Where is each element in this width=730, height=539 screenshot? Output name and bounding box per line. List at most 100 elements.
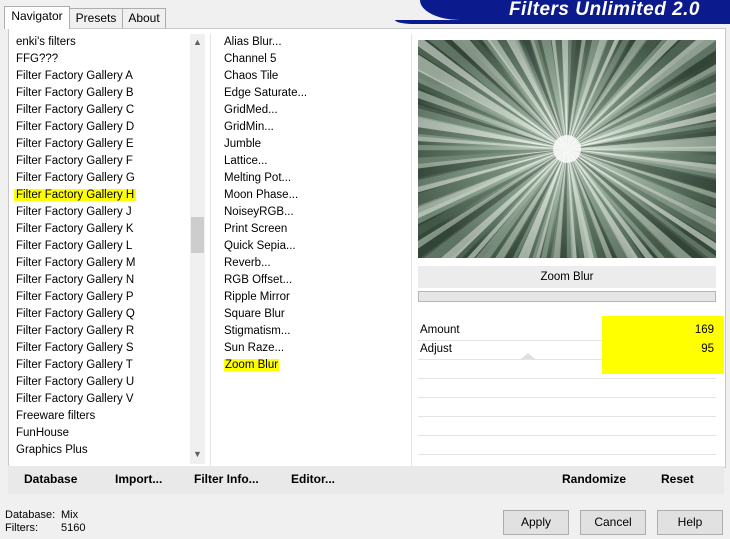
category-item[interactable]: Filter Factory Gallery G (14, 170, 190, 187)
category-label: Filter Factory Gallery J (16, 206, 132, 218)
param-label: Adjust (420, 343, 452, 355)
reset-button[interactable]: Reset (661, 472, 694, 486)
scroll-down-icon[interactable]: ▼ (190, 446, 205, 462)
category-item[interactable]: Filter Factory Gallery H (14, 187, 190, 204)
randomize-button[interactable]: Randomize (562, 472, 626, 486)
param-row-empty (418, 398, 716, 417)
filter-label: Ripple Mirror (224, 291, 290, 303)
help-button[interactable]: Help (657, 510, 723, 535)
category-item[interactable]: Filter Factory Gallery B (14, 85, 190, 102)
category-label: Filter Factory Gallery Q (16, 308, 135, 320)
scroll-up-icon[interactable]: ▲ (190, 34, 205, 50)
category-item[interactable]: FunHouse (14, 425, 190, 442)
category-item[interactable]: Freeware filters (14, 408, 190, 425)
filter-label: Print Screen (224, 223, 288, 235)
app-title: Filters Unlimited 2.0 (508, 0, 700, 20)
category-label: Filter Factory Gallery G (16, 172, 135, 184)
category-item[interactable]: Filter Factory Gallery T (14, 357, 190, 374)
tab-about[interactable]: About (122, 8, 166, 28)
category-label: Filter Factory Gallery U (16, 376, 135, 388)
filter-item[interactable]: RGB Offset... (222, 272, 402, 289)
list-divider (210, 34, 211, 466)
category-item[interactable]: Filter Factory Gallery U (14, 374, 190, 391)
tab-navigator[interactable]: Navigator (4, 6, 70, 29)
category-item[interactable]: Filter Factory Gallery A (14, 68, 190, 85)
category-item[interactable]: Filter Factory Gallery E (14, 136, 190, 153)
filter-label: Sun Raze... (224, 342, 285, 354)
param-value[interactable]: 169 (695, 324, 714, 336)
database-button[interactable]: Database (24, 472, 77, 486)
category-item[interactable]: Filter Factory Gallery D (14, 119, 190, 136)
cancel-button[interactable]: Cancel (580, 510, 646, 535)
filter-item[interactable]: NoiseyRGB... (222, 204, 402, 221)
category-item[interactable]: Filter Factory Gallery C (14, 102, 190, 119)
category-item[interactable]: Filter Factory Gallery N (14, 272, 190, 289)
category-label: Filter Factory Gallery K (16, 223, 134, 235)
category-list[interactable]: enki's filters FFG??? Filter Factory Galle… (14, 34, 190, 459)
editor-button[interactable]: Editor... (291, 472, 335, 486)
filter-item[interactable]: Ripple Mirror (222, 289, 402, 306)
filter-item[interactable]: Alias Blur... (222, 34, 402, 51)
category-item[interactable]: Filter Factory Gallery L (14, 238, 190, 255)
category-label: Filter Factory Gallery N (16, 274, 135, 286)
filter-progress-bar (418, 291, 716, 302)
category-label: Filter Factory Gallery F (16, 155, 133, 167)
category-item[interactable]: Filter Factory Gallery S (14, 340, 190, 357)
filter-label: Moon Phase... (224, 189, 299, 201)
category-item[interactable]: Filter Factory Gallery M (14, 255, 190, 272)
category-label: Filter Factory Gallery V (16, 393, 134, 405)
filter-item[interactable]: Zoom Blur (222, 357, 402, 374)
current-filter-name: Zoom Blur (418, 266, 716, 288)
filter-item[interactable]: Sun Raze... (222, 340, 402, 357)
filter-label: RGB Offset... (224, 274, 293, 286)
filter-item[interactable]: Channel 5 (222, 51, 402, 68)
category-label: Filter Factory Gallery E (16, 138, 134, 150)
param-value[interactable]: 95 (701, 343, 714, 355)
status-filters-value: 5160 (61, 522, 86, 534)
filter-item[interactable]: Edge Saturate... (222, 85, 402, 102)
filter-item[interactable]: Moon Phase... (222, 187, 402, 204)
filter-item[interactable]: Melting Pot... (222, 170, 402, 187)
tab-presets[interactable]: Presets (69, 8, 123, 28)
filter-info-button[interactable]: Filter Info... (194, 472, 259, 486)
category-item[interactable]: Filter Factory Gallery V (14, 391, 190, 408)
category-item[interactable]: Filter Factory Gallery F (14, 153, 190, 170)
category-label: Filter Factory Gallery R (16, 325, 135, 337)
filter-item[interactable]: Lattice... (222, 153, 402, 170)
category-item[interactable]: Filter Factory Gallery J (14, 204, 190, 221)
category-scrollbar[interactable]: ▲ ▼ (190, 34, 205, 464)
filter-item[interactable]: Stigmatism... (222, 323, 402, 340)
filter-item[interactable]: Jumble (222, 136, 402, 153)
filter-item[interactable]: Square Blur (222, 306, 402, 323)
category-item[interactable]: Filter Factory Gallery P (14, 289, 190, 306)
category-item[interactable]: Filter Factory Gallery Q (14, 306, 190, 323)
filter-label: Lattice... (224, 155, 268, 167)
category-item[interactable]: FFG??? (14, 51, 190, 68)
filter-list[interactable]: Alias Blur... Channel 5 Chaos Tile Edge Sat… (222, 34, 402, 374)
filter-label: Stigmatism... (224, 325, 291, 337)
preview-image (418, 40, 716, 258)
filter-label: Jumble (224, 138, 262, 150)
status-database-value: Mix (61, 509, 79, 521)
filter-label: GridMin... (224, 121, 274, 133)
category-label: Filter Factory Gallery T (16, 359, 133, 371)
filter-item[interactable]: Print Screen (222, 221, 402, 238)
filter-label: Square Blur (224, 308, 285, 320)
filter-item[interactable]: GridMed... (222, 102, 402, 119)
filter-item[interactable]: GridMin... (222, 119, 402, 136)
filter-item[interactable]: Quick Sepia... (222, 238, 402, 255)
category-item[interactable]: Filter Factory Gallery K (14, 221, 190, 238)
category-label: Freeware filters (16, 410, 96, 422)
filter-item[interactable]: Reverb... (222, 255, 402, 272)
filter-label: Melting Pot... (224, 172, 292, 184)
category-item[interactable]: Graphics Plus (14, 442, 190, 459)
category-label: Filter Factory Gallery D (16, 121, 135, 133)
category-label: Graphics Plus (16, 444, 88, 456)
category-item[interactable]: Filter Factory Gallery R (14, 323, 190, 340)
apply-button[interactable]: Apply (503, 510, 569, 535)
scroll-thumb[interactable] (191, 217, 204, 253)
filter-item[interactable]: Chaos Tile (222, 68, 402, 85)
category-item[interactable]: enki's filters (14, 34, 190, 51)
filter-label: Zoom Blur (224, 359, 280, 371)
import-button[interactable]: Import... (115, 472, 162, 486)
